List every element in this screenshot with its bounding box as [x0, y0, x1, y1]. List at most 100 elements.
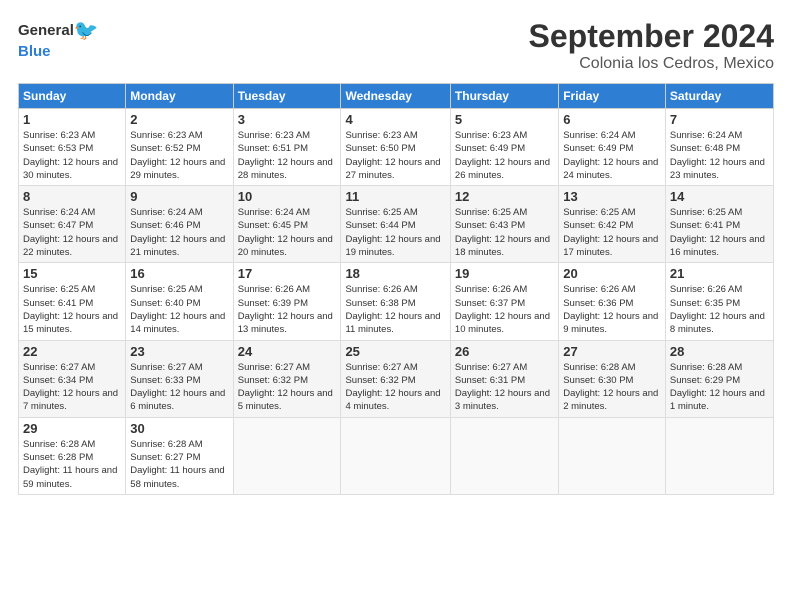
calendar-week-row: 29 Sunrise: 6:28 AM Sunset: 6:28 PM Dayl… [19, 417, 774, 494]
sunset-label: Sunset: 6:50 PM [345, 143, 415, 154]
day-info: Sunrise: 6:26 AM Sunset: 6:37 PM Dayligh… [455, 283, 554, 336]
sunset-label: Sunset: 6:53 PM [23, 143, 93, 154]
calendar-day-cell: 23 Sunrise: 6:27 AM Sunset: 6:33 PM Dayl… [126, 340, 233, 417]
sunset-label: Sunset: 6:36 PM [563, 298, 633, 309]
calendar-day-cell: 6 Sunrise: 6:24 AM Sunset: 6:49 PM Dayli… [559, 109, 666, 186]
daylight-label: Daylight: 12 hours and 23 minutes. [670, 157, 765, 181]
sunrise-label: Sunrise: 6:26 AM [455, 284, 527, 295]
calendar-day-cell: 25 Sunrise: 6:27 AM Sunset: 6:32 PM Dayl… [341, 340, 450, 417]
daylight-label: Daylight: 12 hours and 26 minutes. [455, 157, 550, 181]
daylight-label: Daylight: 12 hours and 8 minutes. [670, 311, 765, 335]
daylight-label: Daylight: 12 hours and 1 minute. [670, 388, 765, 412]
calendar-header-row: Sunday Monday Tuesday Wednesday Thursday… [19, 84, 774, 109]
calendar-day-cell [341, 417, 450, 494]
daylight-label: Daylight: 12 hours and 11 minutes. [345, 311, 440, 335]
day-number: 14 [670, 189, 769, 204]
calendar-day-cell: 12 Sunrise: 6:25 AM Sunset: 6:43 PM Dayl… [450, 186, 558, 263]
day-number: 10 [238, 189, 337, 204]
daylight-label: Daylight: 12 hours and 2 minutes. [563, 388, 658, 412]
calendar-week-row: 1 Sunrise: 6:23 AM Sunset: 6:53 PM Dayli… [19, 109, 774, 186]
sunrise-label: Sunrise: 6:23 AM [455, 130, 527, 141]
day-number: 16 [130, 266, 228, 281]
daylight-label: Daylight: 12 hours and 21 minutes. [130, 234, 225, 258]
header-sunday: Sunday [19, 84, 126, 109]
sunrise-label: Sunrise: 6:26 AM [670, 284, 742, 295]
day-info: Sunrise: 6:24 AM Sunset: 6:47 PM Dayligh… [23, 206, 121, 259]
sunrise-label: Sunrise: 6:26 AM [345, 284, 417, 295]
calendar-day-cell: 8 Sunrise: 6:24 AM Sunset: 6:47 PM Dayli… [19, 186, 126, 263]
day-info: Sunrise: 6:25 AM Sunset: 6:43 PM Dayligh… [455, 206, 554, 259]
day-info: Sunrise: 6:26 AM Sunset: 6:36 PM Dayligh… [563, 283, 661, 336]
sunset-label: Sunset: 6:49 PM [455, 143, 525, 154]
day-number: 4 [345, 112, 445, 127]
calendar-day-cell: 10 Sunrise: 6:24 AM Sunset: 6:45 PM Dayl… [233, 186, 341, 263]
daylight-label: Daylight: 12 hours and 9 minutes. [563, 311, 658, 335]
day-info: Sunrise: 6:25 AM Sunset: 6:40 PM Dayligh… [130, 283, 228, 336]
sunset-label: Sunset: 6:39 PM [238, 298, 308, 309]
day-info: Sunrise: 6:26 AM Sunset: 6:38 PM Dayligh… [345, 283, 445, 336]
day-number: 23 [130, 344, 228, 359]
sunset-label: Sunset: 6:41 PM [670, 220, 740, 231]
day-number: 6 [563, 112, 661, 127]
header: General 🐦 Blue September 2024 Colonia lo… [18, 18, 774, 73]
daylight-label: Daylight: 11 hours and 58 minutes. [130, 465, 224, 489]
day-number: 25 [345, 344, 445, 359]
day-info: Sunrise: 6:25 AM Sunset: 6:44 PM Dayligh… [345, 206, 445, 259]
day-info: Sunrise: 6:24 AM Sunset: 6:46 PM Dayligh… [130, 206, 228, 259]
daylight-label: Daylight: 12 hours and 5 minutes. [238, 388, 333, 412]
day-info: Sunrise: 6:24 AM Sunset: 6:49 PM Dayligh… [563, 129, 661, 182]
day-number: 26 [455, 344, 554, 359]
calendar-day-cell: 30 Sunrise: 6:28 AM Sunset: 6:27 PM Dayl… [126, 417, 233, 494]
day-number: 24 [238, 344, 337, 359]
daylight-label: Daylight: 12 hours and 3 minutes. [455, 388, 550, 412]
day-number: 30 [130, 421, 228, 436]
sunset-label: Sunset: 6:51 PM [238, 143, 308, 154]
sunset-label: Sunset: 6:31 PM [455, 375, 525, 386]
calendar-day-cell [559, 417, 666, 494]
calendar-day-cell: 17 Sunrise: 6:26 AM Sunset: 6:39 PM Dayl… [233, 263, 341, 340]
header-tuesday: Tuesday [233, 84, 341, 109]
sunrise-label: Sunrise: 6:24 AM [130, 207, 202, 218]
sunrise-label: Sunrise: 6:24 AM [563, 130, 635, 141]
day-number: 17 [238, 266, 337, 281]
sunset-label: Sunset: 6:28 PM [23, 452, 93, 463]
calendar-week-row: 22 Sunrise: 6:27 AM Sunset: 6:34 PM Dayl… [19, 340, 774, 417]
sunset-label: Sunset: 6:52 PM [130, 143, 200, 154]
sunset-label: Sunset: 6:48 PM [670, 143, 740, 154]
calendar-day-cell: 21 Sunrise: 6:26 AM Sunset: 6:35 PM Dayl… [665, 263, 773, 340]
sunrise-label: Sunrise: 6:27 AM [345, 362, 417, 373]
day-number: 11 [345, 189, 445, 204]
day-info: Sunrise: 6:27 AM Sunset: 6:32 PM Dayligh… [238, 361, 337, 414]
day-number: 7 [670, 112, 769, 127]
day-info: Sunrise: 6:25 AM Sunset: 6:42 PM Dayligh… [563, 206, 661, 259]
sunset-label: Sunset: 6:34 PM [23, 375, 93, 386]
sunset-label: Sunset: 6:27 PM [130, 452, 200, 463]
day-info: Sunrise: 6:23 AM Sunset: 6:53 PM Dayligh… [23, 129, 121, 182]
sunrise-label: Sunrise: 6:24 AM [670, 130, 742, 141]
day-number: 22 [23, 344, 121, 359]
calendar-day-cell: 16 Sunrise: 6:25 AM Sunset: 6:40 PM Dayl… [126, 263, 233, 340]
daylight-label: Daylight: 12 hours and 17 minutes. [563, 234, 658, 258]
day-number: 5 [455, 112, 554, 127]
calendar-day-cell: 18 Sunrise: 6:26 AM Sunset: 6:38 PM Dayl… [341, 263, 450, 340]
day-number: 1 [23, 112, 121, 127]
daylight-label: Daylight: 12 hours and 14 minutes. [130, 311, 225, 335]
calendar-day-cell: 1 Sunrise: 6:23 AM Sunset: 6:53 PM Dayli… [19, 109, 126, 186]
daylight-label: Daylight: 12 hours and 30 minutes. [23, 157, 118, 181]
day-info: Sunrise: 6:28 AM Sunset: 6:28 PM Dayligh… [23, 438, 121, 491]
sunset-label: Sunset: 6:47 PM [23, 220, 93, 231]
day-number: 13 [563, 189, 661, 204]
day-info: Sunrise: 6:28 AM Sunset: 6:29 PM Dayligh… [670, 361, 769, 414]
calendar-week-row: 8 Sunrise: 6:24 AM Sunset: 6:47 PM Dayli… [19, 186, 774, 263]
header-thursday: Thursday [450, 84, 558, 109]
sunrise-label: Sunrise: 6:28 AM [130, 439, 202, 450]
sunrise-label: Sunrise: 6:26 AM [238, 284, 310, 295]
day-info: Sunrise: 6:27 AM Sunset: 6:33 PM Dayligh… [130, 361, 228, 414]
calendar-day-cell: 14 Sunrise: 6:25 AM Sunset: 6:41 PM Dayl… [665, 186, 773, 263]
calendar-day-cell [450, 417, 558, 494]
day-number: 9 [130, 189, 228, 204]
logo: General 🐦 Blue [18, 18, 99, 60]
calendar-day-cell: 11 Sunrise: 6:25 AM Sunset: 6:44 PM Dayl… [341, 186, 450, 263]
daylight-label: Daylight: 12 hours and 6 minutes. [130, 388, 225, 412]
sunrise-label: Sunrise: 6:28 AM [670, 362, 742, 373]
